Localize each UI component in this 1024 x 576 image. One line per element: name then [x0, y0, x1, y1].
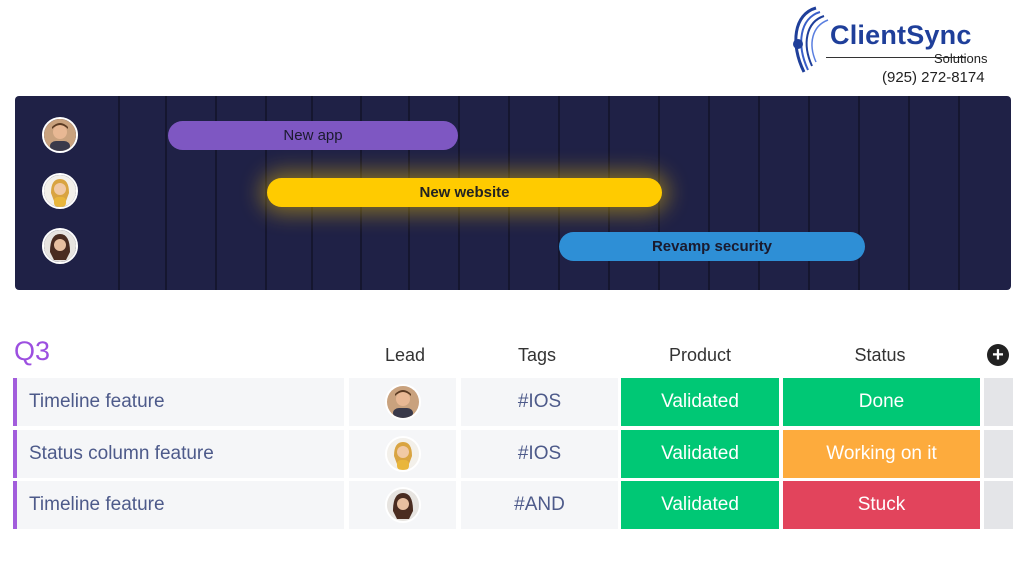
product-status-cell[interactable]: Validated [621, 481, 779, 529]
table-row[interactable]: Timeline feature #IOS Validated Done [13, 378, 1013, 426]
timeline-grid-line [958, 96, 960, 290]
timeline-grid-line [118, 96, 120, 290]
column-header-tags[interactable]: Tags [497, 345, 577, 366]
group-title[interactable]: Q3 [14, 336, 50, 367]
timeline-bar-revamp-security[interactable]: Revamp security [559, 232, 865, 261]
tag-cell[interactable]: #IOS [461, 378, 618, 426]
timeline-bar-new-website[interactable]: New website [267, 178, 662, 207]
lead-cell[interactable] [349, 481, 456, 529]
column-header-lead[interactable]: Lead [365, 345, 445, 366]
item-name[interactable]: Timeline feature [13, 378, 344, 426]
item-name[interactable]: Timeline feature [13, 481, 344, 529]
product-status-cell[interactable]: Validated [621, 430, 779, 478]
company-logo: ClientSync Solutions (925) 272-8174 [786, 4, 1006, 90]
man-avatar[interactable] [42, 117, 78, 153]
plus-circle-icon[interactable]: + [987, 344, 1009, 366]
timeline-grid-line [908, 96, 910, 290]
woman-brunette-avatar [384, 487, 421, 523]
status-cell[interactable]: Done [783, 378, 980, 426]
timeline-chart: New app New website Revamp security [15, 96, 1011, 290]
woman-brunette-avatar[interactable] [42, 228, 78, 264]
man-avatar [384, 384, 421, 420]
row-end-cell [984, 378, 1013, 426]
logo-name: ClientSync [830, 20, 972, 50]
timeline-grid-line [858, 96, 860, 290]
row-end-cell [984, 481, 1013, 529]
column-header-status[interactable]: Status [830, 345, 930, 366]
logo-phone: (925) 272-8174 [882, 69, 985, 86]
tag-cell[interactable]: #IOS [461, 430, 618, 478]
status-cell[interactable]: Working on it [783, 430, 980, 478]
logo-swirl-icon [793, 6, 829, 73]
timeline-bar-new-app[interactable]: New app [168, 121, 458, 150]
table-row[interactable]: Timeline feature #AND Validated Stuck [13, 481, 1013, 529]
tag-cell[interactable]: #AND [461, 481, 618, 529]
column-header-product[interactable]: Product [645, 345, 755, 366]
woman-blonde-avatar[interactable] [42, 173, 78, 209]
woman-blonde-avatar [384, 436, 421, 472]
item-name[interactable]: Status column feature [13, 430, 344, 478]
lead-cell[interactable] [349, 430, 456, 478]
lead-cell[interactable] [349, 378, 456, 426]
table-row[interactable]: Status column feature #IOS Validated Wor… [13, 430, 1013, 478]
timeline-grid-line [165, 96, 167, 290]
product-status-cell[interactable]: Validated [621, 378, 779, 426]
logo-subtitle: Solutions [934, 51, 988, 66]
row-end-cell [984, 430, 1013, 478]
status-cell[interactable]: Stuck [783, 481, 980, 529]
